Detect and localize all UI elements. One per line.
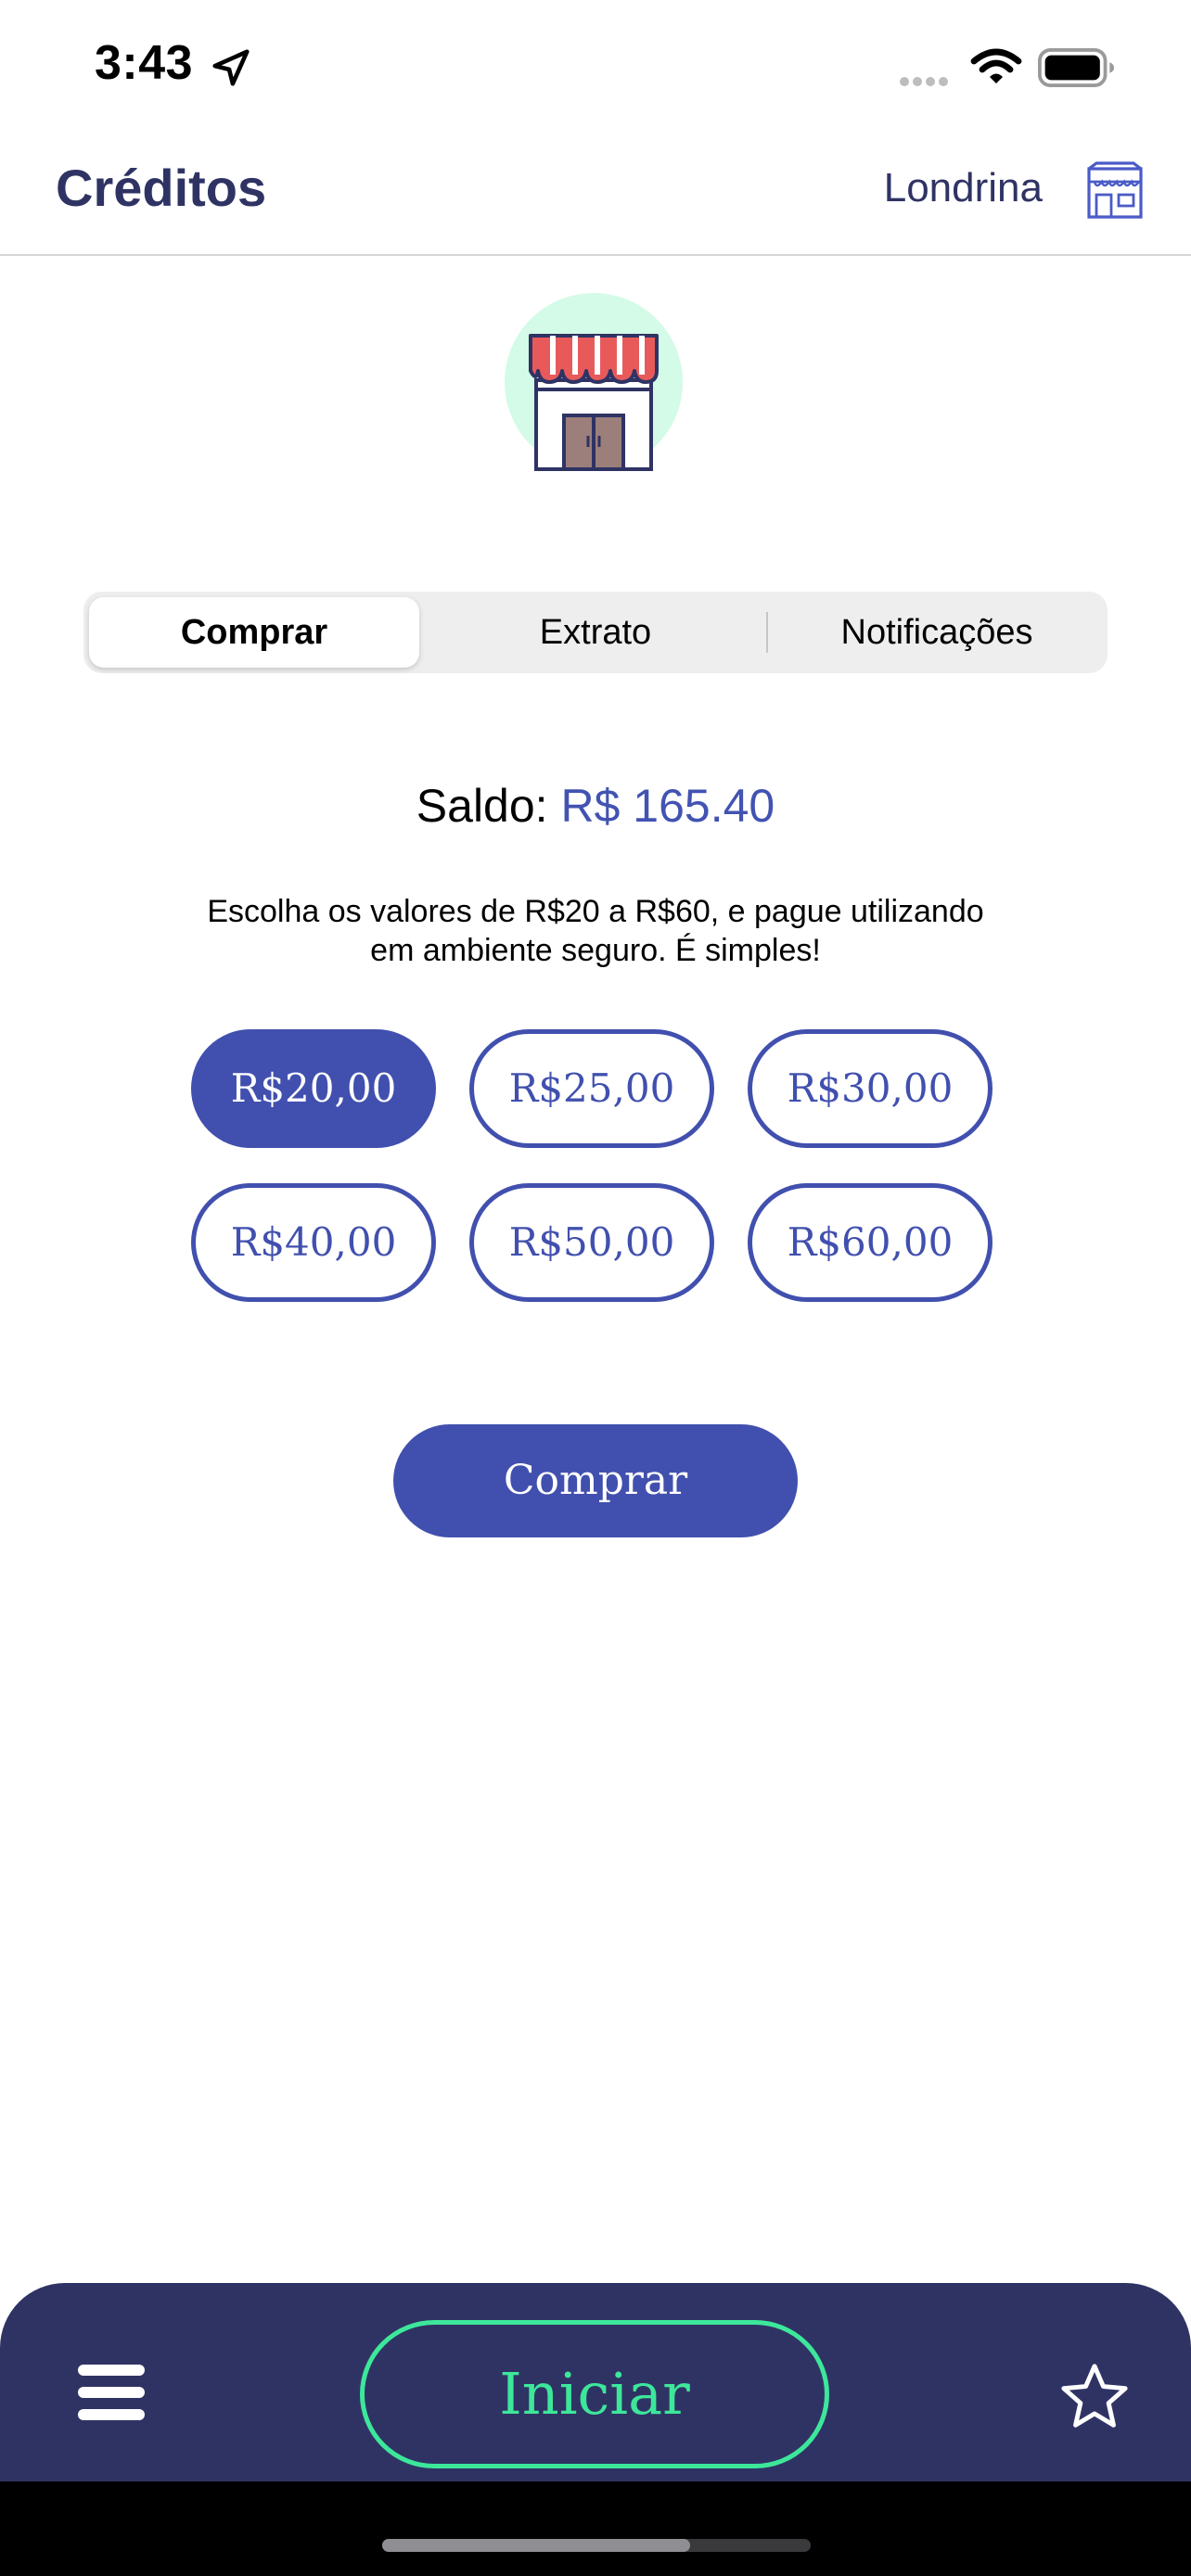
- tab-notificacoes[interactable]: Notificações: [772, 597, 1102, 668]
- amount-button-30[interactable]: R$30,00: [748, 1029, 992, 1148]
- description-text: Escolha os valores de R$20 a R$60, e pag…: [132, 892, 1059, 970]
- amount-button-50[interactable]: R$50,00: [469, 1183, 714, 1302]
- description-line-1: Escolha os valores de R$20 a R$60, e pag…: [207, 894, 984, 929]
- location-arrow-icon: [212, 49, 250, 86]
- page-title: Créditos: [56, 159, 267, 217]
- tab-comprar[interactable]: Comprar: [89, 597, 419, 668]
- tab-extrato[interactable]: Extrato: [430, 597, 761, 668]
- amount-button-25[interactable]: R$25,00: [469, 1029, 714, 1148]
- storefront-icon: [505, 293, 683, 471]
- home-indicator[interactable]: [382, 2539, 811, 2552]
- battery-icon: [1038, 48, 1115, 87]
- status-bar: 3:43: [0, 0, 1191, 130]
- status-time: 3:43: [95, 36, 194, 90]
- home-indicator-area: [0, 2481, 1191, 2576]
- balance-value: R$ 165.40: [560, 780, 775, 832]
- store-outline-icon[interactable]: [1085, 161, 1145, 221]
- amount-button-40[interactable]: R$40,00: [191, 1183, 436, 1302]
- description-line-2: em ambiente seguro. É simples!: [370, 933, 821, 968]
- city-selector[interactable]: Londrina: [884, 165, 1043, 211]
- signal-icon: [900, 74, 952, 91]
- amount-button-60[interactable]: R$60,00: [748, 1183, 992, 1302]
- amount-button-20[interactable]: R$20,00: [191, 1029, 436, 1148]
- segmented-tabs: Comprar Extrato Notificações: [83, 592, 1108, 673]
- buy-button[interactable]: Comprar: [393, 1424, 798, 1537]
- nav-header: Créditos Londrina: [0, 130, 1191, 256]
- balance-label: Saldo:: [416, 780, 548, 832]
- start-button[interactable]: Iniciar: [360, 2320, 829, 2468]
- tab-divider: [766, 612, 768, 653]
- bottom-bar: Iniciar: [0, 2283, 1191, 2481]
- hamburger-menu-icon[interactable]: [78, 2363, 145, 2422]
- star-outline-icon[interactable]: [1059, 2363, 1130, 2429]
- wifi-icon: [970, 48, 1022, 83]
- balance-line: Saldo: R$ 165.40: [0, 779, 1191, 833]
